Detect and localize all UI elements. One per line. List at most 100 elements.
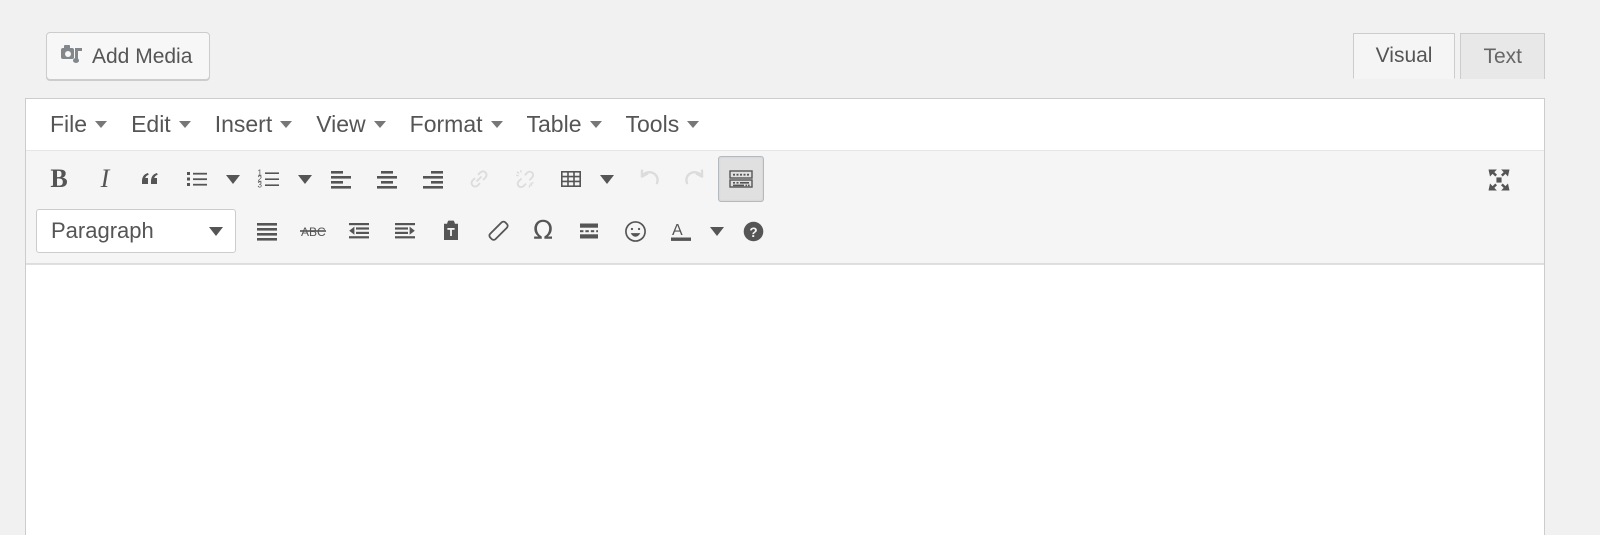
emoji-button[interactable] <box>612 208 658 254</box>
menu-edit-label: Edit <box>131 111 171 137</box>
chevron-down-icon <box>710 226 724 236</box>
numbered-list-icon: 1 2 3 <box>258 169 279 190</box>
menu-edit[interactable]: Edit <box>119 108 203 141</box>
outdent-button[interactable] <box>336 208 382 254</box>
editor-toolbars: B I 1 2 3 Paragraph ABC Ω A ? <box>26 151 1544 264</box>
editor-mode-tabs: Visual Text <box>1348 32 1545 79</box>
help-icon: ? <box>743 221 763 241</box>
svg-text:ABC: ABC <box>301 225 326 239</box>
paste-as-text-button[interactable] <box>428 208 474 254</box>
redo-button[interactable] <box>672 156 718 202</box>
menu-file-label: File <box>50 111 88 137</box>
paste-text-icon <box>444 220 458 240</box>
indent-icon <box>395 223 415 239</box>
text-color-dropdown[interactable] <box>704 209 730 253</box>
table-icon <box>560 171 581 187</box>
editor-media-tabs-row: Add Media Visual Text <box>25 0 1545 98</box>
paragraph-format-value: Paragraph <box>51 218 154 243</box>
menu-insert-label: Insert <box>214 111 273 137</box>
editor-menubar: File Edit Insert View Format Table Tools <box>26 99 1544 151</box>
read-more-icon <box>580 223 598 239</box>
chevron-down-icon <box>226 174 240 184</box>
bold-icon: B <box>50 164 68 193</box>
chevron-down-icon <box>600 174 614 184</box>
align-justify-icon <box>257 223 277 241</box>
undo-icon <box>640 169 659 185</box>
numbered-list-dropdown[interactable] <box>292 157 318 201</box>
tab-text[interactable]: Text <box>1460 33 1545 79</box>
align-right-icon <box>423 171 443 189</box>
menu-table[interactable]: Table <box>515 108 614 141</box>
align-right-button[interactable] <box>410 156 456 202</box>
chevron-down-icon <box>209 226 223 236</box>
help-button[interactable]: ? <box>730 208 776 254</box>
undo-button[interactable] <box>626 156 672 202</box>
distraction-free-button[interactable] <box>1476 157 1522 203</box>
svg-text:3: 3 <box>258 181 263 190</box>
menu-view-label: View <box>316 111 366 137</box>
menu-view[interactable]: View <box>304 108 397 141</box>
clear-formatting-button[interactable] <box>474 208 520 254</box>
add-media-label: Add Media <box>92 44 193 68</box>
chevron-down-icon <box>280 121 293 128</box>
italic-button[interactable]: I <box>82 156 128 202</box>
align-left-icon <box>331 171 351 189</box>
bullet-list-dropdown[interactable] <box>220 157 246 201</box>
keyboard-shortcuts-button[interactable] <box>718 156 764 202</box>
svg-text:A: A <box>672 222 683 239</box>
eraser-icon <box>488 220 509 241</box>
menu-tools[interactable]: Tools <box>614 108 712 141</box>
chevron-down-icon <box>490 121 503 128</box>
menu-format-label: Format <box>409 111 483 137</box>
tab-visual-label: Visual <box>1375 44 1433 67</box>
unlink-icon <box>516 169 535 189</box>
table-button[interactable] <box>548 156 594 202</box>
blockquote-icon <box>142 173 158 184</box>
svg-text:?: ? <box>749 224 757 239</box>
remove-link-button[interactable] <box>502 156 548 202</box>
menu-file[interactable]: File <box>38 108 119 141</box>
menu-table-label: Table <box>526 111 582 137</box>
smiley-icon <box>624 220 646 242</box>
menu-insert[interactable]: Insert <box>203 108 305 141</box>
align-center-icon <box>377 171 397 189</box>
tinymce-editor: File Edit Insert View Format Table Tools… <box>25 98 1545 535</box>
insert-link-button[interactable] <box>456 156 502 202</box>
align-center-button[interactable] <box>364 156 410 202</box>
omega-icon: Ω <box>533 216 553 246</box>
strikethrough-icon: ABC <box>300 225 326 239</box>
editor-toolbar-row-2: Paragraph ABC Ω A ? <box>26 205 1544 257</box>
read-more-button[interactable] <box>566 208 612 254</box>
editor-content-area[interactable] <box>26 264 1544 504</box>
chevron-down-icon <box>178 121 191 128</box>
post-editor: Add Media Visual Text File Edit Insert V… <box>25 0 1545 535</box>
align-left-button[interactable] <box>318 156 364 202</box>
menu-format[interactable]: Format <box>398 108 515 141</box>
chevron-down-icon <box>589 121 602 128</box>
bullet-list-icon <box>187 172 207 186</box>
keyboard-icon <box>729 170 753 188</box>
table-dropdown[interactable] <box>594 157 620 201</box>
numbered-list-button[interactable]: 1 2 3 <box>246 156 292 202</box>
blockquote-button[interactable] <box>128 156 174 202</box>
editor-toolbar-row-1: B I 1 2 3 <box>26 153 1544 205</box>
italic-icon: I <box>100 164 110 193</box>
special-character-button[interactable]: Ω <box>520 208 566 254</box>
paragraph-format-select[interactable]: Paragraph <box>36 209 236 253</box>
redo-icon <box>685 169 704 185</box>
strikethrough-button[interactable]: ABC <box>290 208 336 254</box>
chevron-down-icon <box>373 121 386 128</box>
bullet-list-button[interactable] <box>174 156 220 202</box>
justify-button[interactable] <box>244 208 290 254</box>
add-media-icon <box>61 45 83 66</box>
bold-button[interactable]: B <box>36 156 82 202</box>
link-icon <box>470 170 488 188</box>
menu-tools-label: Tools <box>625 111 680 137</box>
chevron-down-icon <box>687 121 700 128</box>
indent-button[interactable] <box>382 208 428 254</box>
tab-visual[interactable]: Visual <box>1352 33 1456 79</box>
text-color-button[interactable]: A <box>658 208 704 254</box>
add-media-button[interactable]: Add Media <box>46 32 211 80</box>
outdent-icon <box>349 223 369 239</box>
tab-text-label: Text <box>1483 44 1522 68</box>
